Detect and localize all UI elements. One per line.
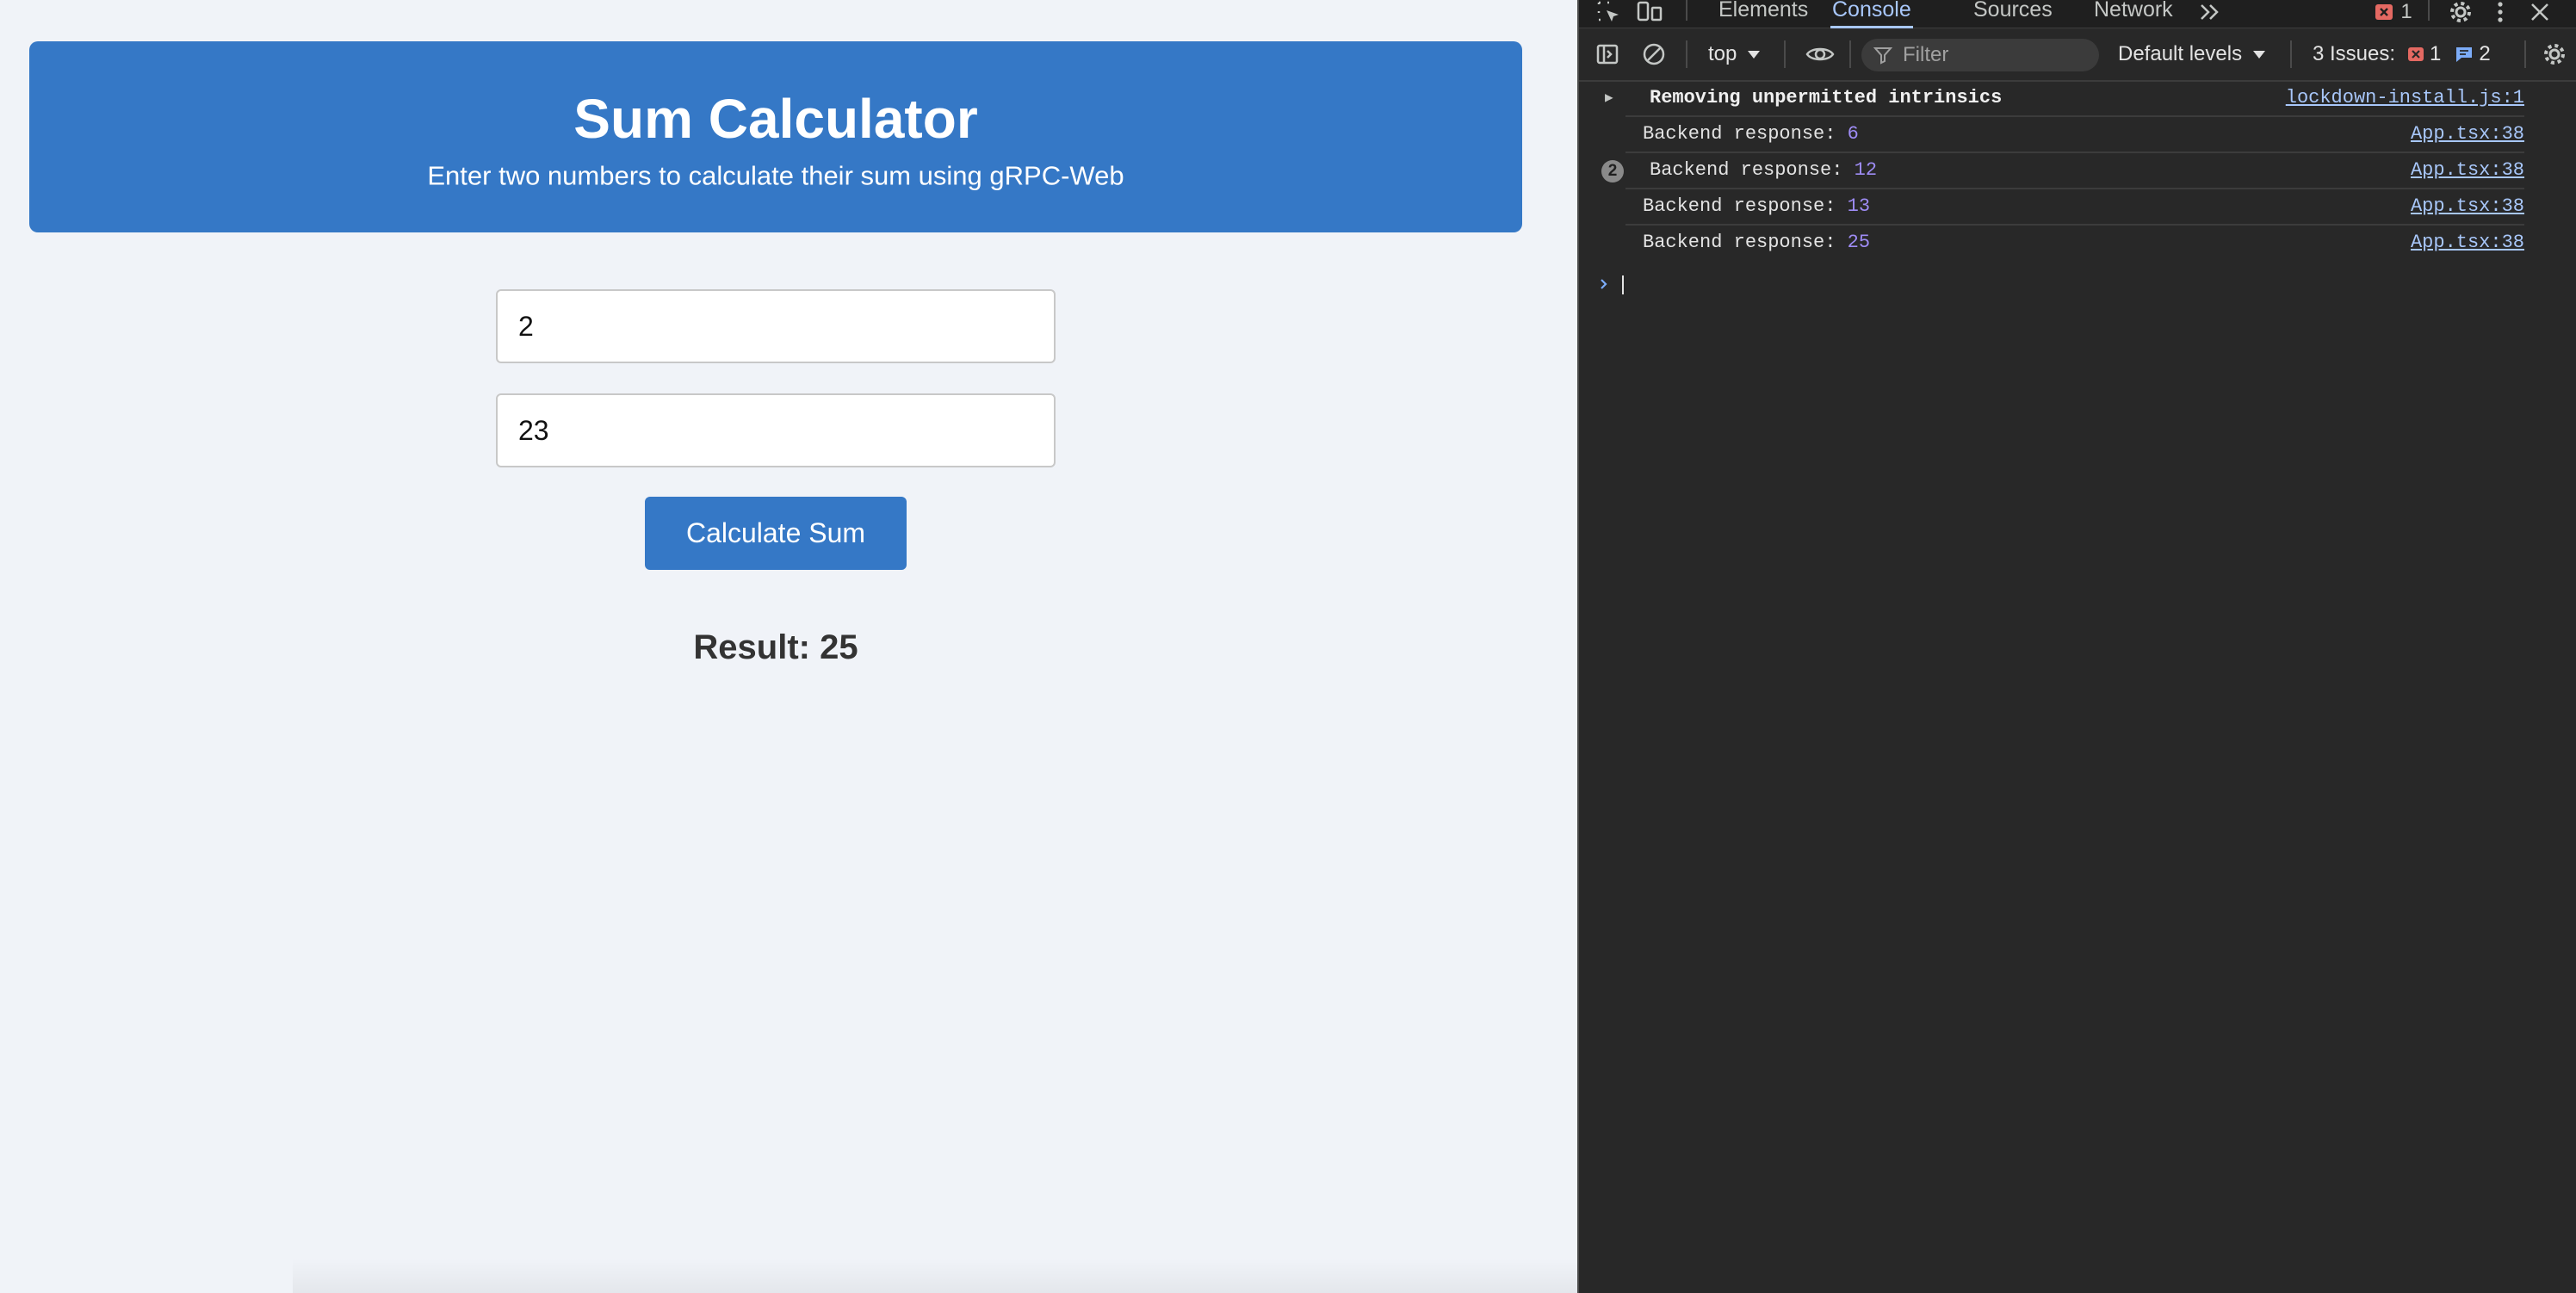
issues-label: 3 Issues: [2313,42,2396,65]
log-levels-label: Default levels [2118,42,2243,65]
app-pane: Sum Calculator Enter two numbers to calc… [0,0,1577,1293]
message-text: Backend response: 6 [1643,117,1859,152]
source-link[interactable]: App.tsx:38 [2411,153,2524,188]
message-label: Backend response: [1643,123,1848,145]
error-icon [2375,4,2393,20]
more-tabs-icon[interactable] [2197,0,2223,24]
error-icon [2408,47,2424,61]
message-text: Backend response: 25 [1643,226,1870,260]
devtools-tab-bar: Elements Console Sources Network 1 [1579,0,2576,29]
clear-console-icon[interactable] [1639,28,1669,80]
tab-elements[interactable]: Elements [1717,0,1810,26]
message-value: 25 [1847,232,1871,253]
console-message: Backend response: 6 App.tsx:38 [1625,117,2524,153]
toolbar-separator [2524,40,2526,68]
console-toolbar: top Filter Default levels 3 Issues: 1 2 [1579,28,2576,82]
filter-icon [1873,47,1892,65]
chevron-down-icon [2253,51,2266,59]
result-text: Result: 25 [693,628,858,666]
context-label: top [1708,42,1737,65]
message-icon [2456,47,2473,62]
source-link[interactable]: lockdown-install.js:1 [2286,81,2524,115]
message-value: 12 [1854,159,1878,181]
tab-separator [1686,0,1687,21]
source-link[interactable]: App.tsx:38 [2411,226,2524,260]
device-toolbar-icon[interactable] [1636,0,1665,24]
source-link[interactable]: App.tsx:38 [2411,117,2524,152]
message-label: Backend response: [1643,232,1848,253]
sidebar-toggle-icon[interactable] [1593,28,1622,80]
settings-icon[interactable] [2445,0,2476,24]
repeat-count-badge: 2 [1601,160,1624,183]
tab-sources[interactable]: Sources [1972,0,2054,26]
page-title: Sum Calculator [573,88,978,150]
filter-input[interactable]: Filter [1861,39,2099,71]
tab-separator [2428,0,2430,21]
issues-message-count: 2 [2479,42,2491,65]
tab-network[interactable]: Network [2092,0,2175,26]
header-banner: Sum Calculator Enter two numbers to calc… [29,41,1522,232]
filter-placeholder: Filter [1903,43,1949,66]
log-levels-dropdown[interactable]: Default levels [2118,28,2266,80]
message-value: 13 [1847,195,1871,217]
second-number-input[interactable] [496,393,1056,467]
eye-icon[interactable] [1801,28,1839,80]
console-message: Backend response: 25 App.tsx:38 [1625,226,2524,260]
issues-counter[interactable]: 3 Issues: 1 2 [2313,28,2491,80]
chevron-down-icon [1748,51,1761,59]
console-prompt-icon [1601,275,1624,294]
console-message: Backend response: 13 App.tsx:38 [1625,189,2524,226]
console-settings-icon[interactable] [2540,28,2569,80]
toolbar-separator [2290,40,2292,68]
error-count-badge[interactable]: 1 [2368,0,2419,24]
message-text: Backend response: 13 [1643,189,1870,224]
message-label: Backend response: [1643,195,1848,217]
toolbar-separator [1849,40,1851,68]
context-selector[interactable]: top [1708,28,1761,80]
tab-console[interactable]: Console [1830,0,1913,29]
expand-triangle-icon[interactable]: ▶ [1605,81,1613,115]
first-number-input[interactable] [496,289,1056,363]
issues-error-count: 1 [2430,42,2442,65]
toolbar-separator [1784,40,1786,68]
console-messages: ▶ Removing unpermitted intrinsics lockdo… [1579,81,2576,260]
console-message: ▶ Removing unpermitted intrinsics lockdo… [1605,81,2524,117]
toolbar-separator [1686,40,1687,68]
message-text: Removing unpermitted intrinsics [1650,87,2003,108]
inspect-icon[interactable] [1595,0,1624,24]
source-link[interactable]: App.tsx:38 [2411,189,2524,224]
kebab-menu-icon[interactable] [2488,0,2512,24]
message-label: Backend response: [1650,159,1855,181]
message-text: Backend response: 12 [1650,153,1877,188]
close-icon[interactable] [2526,0,2554,24]
message-value: 6 [1847,123,1859,145]
console-message: 2 Backend response: 12 App.tsx:38 [1601,153,2524,189]
devtools-panel: Elements Console Sources Network 1 top F… [1577,0,2576,1293]
console-prompt[interactable] [1600,270,1634,304]
calculate-sum-button[interactable]: Calculate Sum [645,497,907,570]
page-subtitle: Enter two numbers to calculate their sum… [427,160,1124,191]
error-count: 1 [2400,0,2412,23]
